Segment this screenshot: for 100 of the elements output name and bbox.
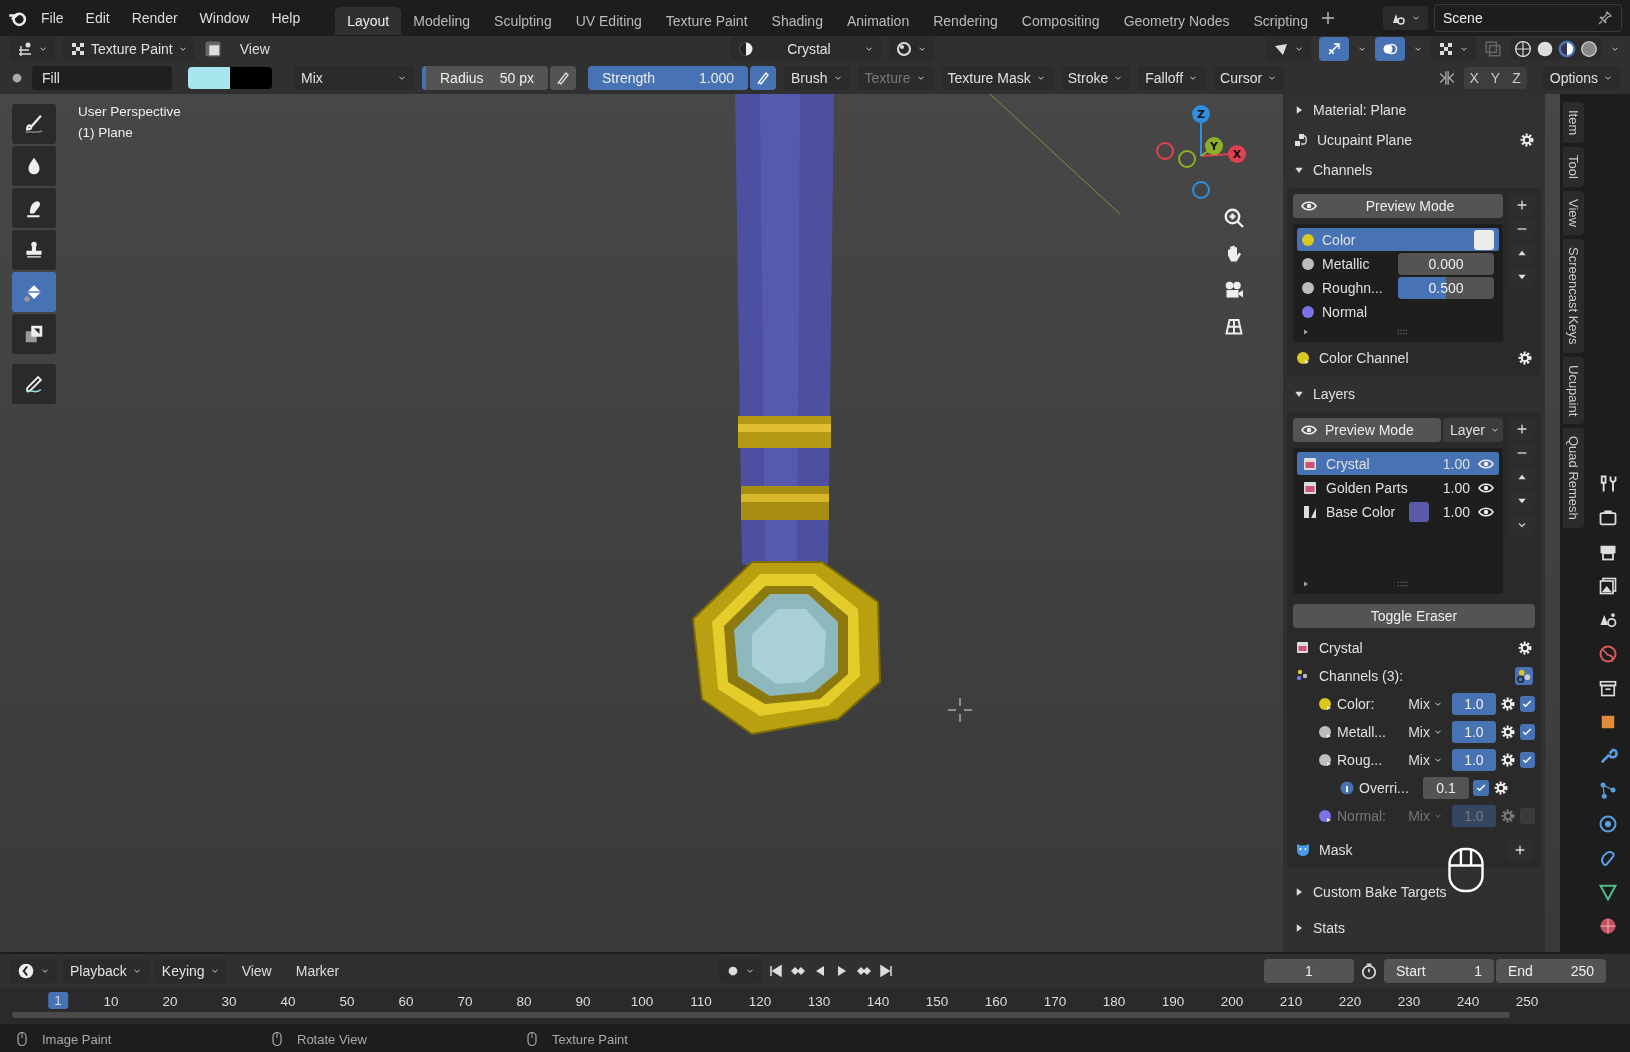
jump-start-icon[interactable] <box>767 963 784 979</box>
mirror-axis-toggle[interactable]: Y <box>1484 67 1507 89</box>
solid-shading-icon[interactable] <box>1536 40 1554 58</box>
workspace-tab[interactable]: Modeling <box>401 7 483 35</box>
add-workspace-icon[interactable] <box>1319 10 1336 26</box>
remove-button[interactable] <box>1509 218 1535 240</box>
layer-list-item[interactable]: Golden Parts 1.00 <box>1297 476 1499 499</box>
mirror-icon[interactable] <box>1437 69 1456 87</box>
mirror-axis-toggle[interactable]: Z <box>1506 67 1527 89</box>
mirror-axis-toggle[interactable]: X <box>1463 67 1485 89</box>
gear-icon[interactable] <box>1517 350 1533 366</box>
move-down-button[interactable] <box>1509 490 1535 512</box>
wireframe-shading-icon[interactable] <box>1514 40 1532 58</box>
timeline-menu[interactable]: Marker <box>286 959 349 983</box>
settings-menu[interactable]: Brush <box>784 66 850 90</box>
pressure-toggle[interactable] <box>750 66 776 90</box>
particles-icon[interactable] <box>1598 780 1618 800</box>
move-down-button[interactable] <box>1509 266 1535 288</box>
tool-button[interactable] <box>12 364 56 404</box>
physics-icon[interactable] <box>1598 814 1618 834</box>
channel-list-item[interactable]: Color <box>1297 228 1499 251</box>
timeline-scrollbar[interactable] <box>12 1012 1510 1018</box>
toggle-eraser-button[interactable]: Toggle Eraser <box>1293 604 1535 628</box>
more-button[interactable] <box>1509 514 1535 536</box>
primary-color-swatch[interactable] <box>188 67 230 89</box>
workspace-tab[interactable]: Geometry Nodes <box>1111 7 1242 35</box>
checkbox[interactable] <box>1519 752 1535 768</box>
workspace-tab[interactable]: Layout <box>335 7 402 35</box>
constraint-icon[interactable] <box>1598 848 1618 868</box>
material-props-icon[interactable] <box>1598 916 1618 936</box>
settings-menu[interactable]: Falloff <box>1138 66 1206 90</box>
sidebar-tab[interactable]: Quad Remesh <box>1562 427 1584 528</box>
settings-menu[interactable]: Texture Mask <box>940 66 1053 90</box>
rendered-shading-icon[interactable] <box>1580 40 1598 58</box>
tool-button[interactable] <box>12 314 56 354</box>
camera-back-icon[interactable] <box>1598 508 1618 528</box>
tool-button[interactable] <box>12 188 56 228</box>
scene-field[interactable]: Scene <box>1434 4 1622 32</box>
jump-end-icon[interactable] <box>877 963 894 979</box>
brush-icon[interactable] <box>23 113 45 135</box>
menu-item[interactable]: File <box>32 6 73 30</box>
workspace-tab[interactable]: Shading <box>759 7 835 35</box>
annotate-pen-icon[interactable] <box>23 373 45 395</box>
workspace-tab[interactable]: Sculpting <box>482 7 564 35</box>
pressure-toggle[interactable] <box>550 66 576 90</box>
remove-button[interactable] <box>1509 442 1535 464</box>
move-up-button[interactable] <box>1509 242 1535 264</box>
blend-dropdown[interactable]: Mix <box>294 66 414 90</box>
mask-squares-icon[interactable] <box>23 323 45 345</box>
value-field[interactable]: 0.1 <box>1423 777 1469 799</box>
material-shading-icon[interactable] <box>1558 40 1576 58</box>
mode-dropdown[interactable]: Texture Paint <box>63 37 195 61</box>
settings-menu[interactable]: Stroke <box>1060 66 1131 90</box>
workspace-tab[interactable]: Compositing <box>1009 7 1112 35</box>
channel-list-item[interactable]: Metallic 0.000 <box>1297 252 1499 275</box>
timeline-menu[interactable]: Keying <box>154 959 227 983</box>
tool-button[interactable] <box>12 230 56 270</box>
archive-box-icon[interactable] <box>1598 678 1618 698</box>
current-frame-field[interactable]: 1 <box>1264 959 1354 983</box>
stamp-icon[interactable] <box>23 239 45 261</box>
editor-type-dropdown[interactable] <box>10 959 57 983</box>
workspace-tab[interactable]: Texture Paint <box>653 7 760 35</box>
view-menu[interactable]: View <box>230 37 279 61</box>
gear-icon[interactable] <box>1517 640 1533 656</box>
channel-list-item[interactable]: Roughn... 0.500 <box>1297 276 1499 299</box>
playhead-frame[interactable]: 1 <box>48 992 68 1009</box>
layer-color-swatch[interactable] <box>1408 501 1429 522</box>
timeline-menu[interactable]: View <box>232 959 281 983</box>
gear-icon[interactable] <box>1519 132 1535 148</box>
menu-item[interactable]: Help <box>262 6 310 30</box>
texture-overlay-dropdown[interactable] <box>1431 37 1476 61</box>
wrench-icon[interactable] <box>1598 746 1618 766</box>
visibility-dropdown[interactable] <box>1266 37 1311 61</box>
workspace-tab[interactable]: Animation <box>834 7 922 35</box>
radius-field[interactable]: Radius 50 px <box>422 66 548 90</box>
sphere-dropdown[interactable] <box>888 37 934 61</box>
checkbox[interactable] <box>1519 724 1535 740</box>
mesh-data-icon[interactable] <box>1598 882 1618 902</box>
layer-list-item[interactable]: Base Color 1.00 <box>1297 500 1499 523</box>
image-icon[interactable] <box>1598 576 1618 596</box>
sidebar-tab[interactable]: View <box>1562 191 1584 236</box>
tool-button[interactable] <box>12 146 56 186</box>
channel-list-item[interactable]: Normal <box>1297 300 1499 323</box>
start-frame-field[interactable]: Start 1 <box>1384 959 1494 983</box>
add-button[interactable] <box>1507 839 1533 861</box>
sidebar-tab[interactable]: Ucupaint <box>1562 356 1584 424</box>
menu-item[interactable]: Window <box>190 6 259 30</box>
editor-type-dropdown[interactable] <box>10 37 55 61</box>
layer-list-item[interactable]: Crystal 1.00 <box>1297 452 1499 475</box>
gear-icon[interactable] <box>1493 780 1509 796</box>
value-slider[interactable]: 0.000 <box>1398 252 1494 275</box>
pin-icon[interactable] <box>1597 10 1613 26</box>
gear-icon[interactable] <box>1499 724 1516 740</box>
workspace-tab[interactable]: Scripting <box>1241 7 1320 35</box>
secondary-color-swatch[interactable] <box>230 67 272 89</box>
record-button[interactable] <box>718 959 762 983</box>
menu-item[interactable]: Render <box>122 6 187 30</box>
scene-type-dropdown[interactable] <box>1383 6 1428 30</box>
settings-menu[interactable]: Cursor <box>1213 66 1285 90</box>
move-up-button[interactable] <box>1509 466 1535 488</box>
